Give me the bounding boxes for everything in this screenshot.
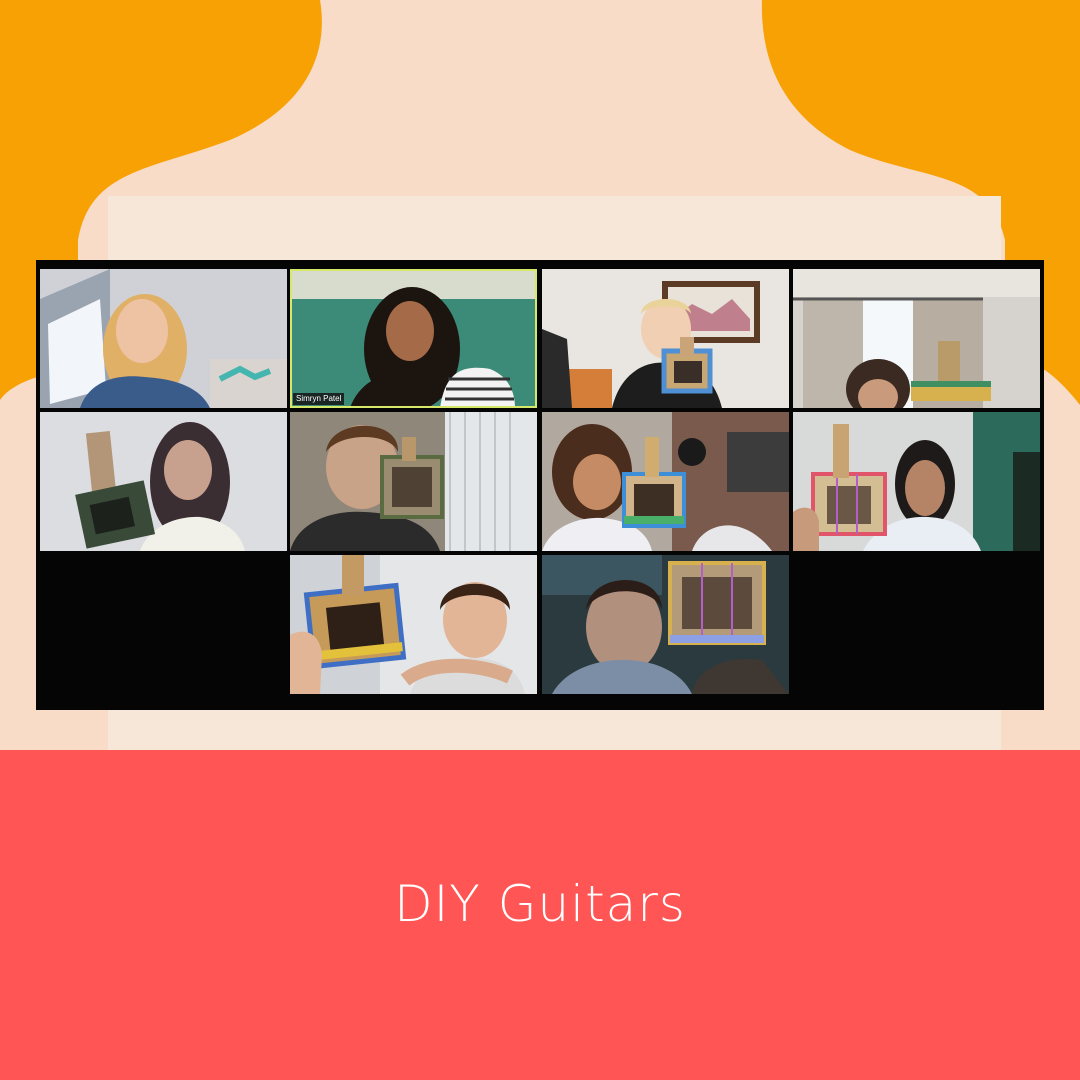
participant-video-tile[interactable] <box>40 412 287 551</box>
participant-video-feed <box>290 412 537 551</box>
empty-video-slot <box>40 555 287 694</box>
participant-video-tile[interactable] <box>290 412 537 551</box>
participant-video-feed <box>542 269 789 408</box>
participant-video-feed <box>793 412 1040 551</box>
participant-video-tile[interactable] <box>542 412 789 551</box>
caption-title: DIY Guitars <box>394 875 686 933</box>
participant-video-tile[interactable] <box>793 412 1040 551</box>
participant-video-feed <box>290 555 537 694</box>
participant-video-tile[interactable] <box>290 555 537 694</box>
participant-video-tile-active-speaker[interactable]: Simryn Patel <box>290 269 537 408</box>
participant-video-tile[interactable] <box>793 269 1040 408</box>
participant-video-feed <box>793 269 1040 408</box>
participant-video-tile[interactable] <box>542 269 789 408</box>
participant-video-feed <box>290 269 537 408</box>
participant-video-feed <box>40 412 287 551</box>
participant-video-feed <box>40 269 287 408</box>
participant-video-tile[interactable] <box>542 555 789 694</box>
participant-video-feed <box>542 412 789 551</box>
participant-video-feed <box>542 555 789 694</box>
participant-video-tile[interactable] <box>40 269 287 408</box>
participant-name-label: Simryn Patel <box>293 393 345 405</box>
empty-video-slot <box>793 555 1040 694</box>
video-call-gallery: Simryn Patel <box>36 260 1044 710</box>
